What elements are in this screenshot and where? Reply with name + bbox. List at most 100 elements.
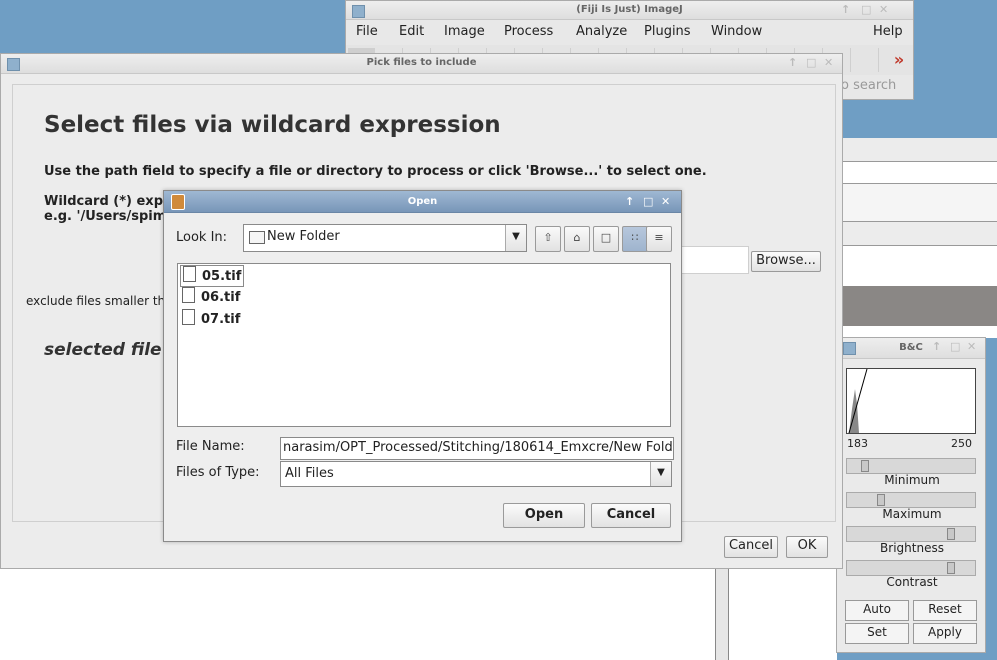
search-field[interactable]: o search <box>841 78 896 93</box>
look-in-combo[interactable]: New Folder ▼ <box>243 224 527 252</box>
desktop-area-right <box>729 568 837 660</box>
maximize-icon[interactable]: ↑ <box>788 54 797 72</box>
menu-analyze[interactable]: Analyze <box>576 24 627 39</box>
path-field[interactable] <box>681 246 749 274</box>
background-window-strip-4 <box>843 222 997 246</box>
brightness-label: Brightness <box>880 541 944 555</box>
restore-icon[interactable]: □ <box>950 338 960 356</box>
brightness-slider[interactable] <box>846 526 976 542</box>
browse-button[interactable]: Browse... <box>751 251 821 272</box>
file-name: 05.tif <box>202 269 242 284</box>
chevron-down-icon[interactable]: ▼ <box>505 225 526 251</box>
double-chevron-right-icon[interactable]: » <box>886 48 912 72</box>
exclude-label: exclude files smaller th <box>26 294 166 308</box>
close-icon[interactable]: ✕ <box>879 1 888 19</box>
bc-title: B&C <box>899 342 923 353</box>
background-window-body <box>843 246 997 286</box>
list-item[interactable]: 07.tif <box>180 309 240 329</box>
menu-image[interactable]: Image <box>444 24 485 39</box>
maximum-slider[interactable] <box>846 492 976 508</box>
restore-icon[interactable]: □ <box>861 1 871 19</box>
pick-title: Pick files to include <box>366 57 477 68</box>
file-icon <box>182 309 195 325</box>
files-of-type-value: All Files <box>285 466 334 481</box>
file-list[interactable]: 05.tif 06.tif 07.tif <box>177 263 671 427</box>
brightness-slider-thumb[interactable] <box>947 528 955 540</box>
auto-button[interactable]: Auto <box>845 600 909 621</box>
details-view-icon[interactable]: ≡ <box>646 226 672 252</box>
folder-icon <box>249 231 265 244</box>
contrast-slider[interactable] <box>846 560 976 576</box>
file-icon <box>182 287 195 303</box>
maximum-slider-thumb[interactable] <box>877 494 885 506</box>
new-folder-icon[interactable]: □ <box>593 226 619 252</box>
open-cancel-button[interactable]: Cancel <box>591 503 671 528</box>
minimum-label: Minimum <box>884 473 940 487</box>
file-name-field[interactable]: narasim/OPT_Processed/Stitching/180614_E… <box>280 437 674 460</box>
close-icon[interactable]: ✕ <box>967 338 976 356</box>
list-view-icon[interactable]: ∷ <box>622 226 648 252</box>
files-of-type-combo[interactable]: All Files ▼ <box>280 461 672 487</box>
imagej-titlebar[interactable]: (Fiji Is Just) ImageJ ↑ □ ✕ <box>346 1 913 20</box>
open-dialog: Open ↑ □ ✕ Look In: New Folder ▼ ⇧ ⌂ □ ∷… <box>163 190 682 542</box>
close-icon[interactable]: ✕ <box>824 54 833 72</box>
bc-min-value: 183 <box>847 437 868 450</box>
java-icon <box>171 194 185 210</box>
menu-process[interactable]: Process <box>504 24 553 39</box>
selected-files-label: selected file <box>44 340 162 360</box>
background-window-strip-2 <box>843 162 997 184</box>
chevron-down-icon[interactable]: ▼ <box>650 462 671 486</box>
contrast-label: Contrast <box>886 575 938 589</box>
open-titlebar[interactable]: Open ↑ □ ✕ <box>164 191 681 213</box>
page-title: Select files via wildcard expression <box>44 112 501 138</box>
fiji-icon <box>843 342 856 355</box>
fiji-icon <box>352 5 365 18</box>
brightness-contrast-window: B&C ↑ □ ✕ 183 250 Minimum Maximum Bright… <box>836 337 986 653</box>
files-of-type-label: Files of Type: <box>176 465 260 480</box>
home-icon[interactable]: ⌂ <box>564 226 590 252</box>
maximize-icon[interactable]: ↑ <box>932 338 941 356</box>
maximize-icon[interactable]: ↑ <box>841 1 850 19</box>
menu-window[interactable]: Window <box>711 24 762 39</box>
file-name-label: File Name: <box>176 439 245 454</box>
pick-titlebar[interactable]: Pick files to include ↑ □ ✕ <box>1 54 842 74</box>
background-window-image <box>843 286 997 326</box>
restore-icon[interactable]: □ <box>643 191 653 212</box>
maximum-label: Maximum <box>882 507 942 521</box>
bc-titlebar[interactable]: B&C ↑ □ ✕ <box>837 338 985 359</box>
restore-icon[interactable]: □ <box>806 54 816 72</box>
histogram <box>846 368 976 434</box>
open-button[interactable]: Open <box>503 503 585 528</box>
menu-plugins[interactable]: Plugins <box>644 24 691 39</box>
bc-max-value: 250 <box>951 437 972 450</box>
up-folder-icon[interactable]: ⇧ <box>535 226 561 252</box>
ok-button[interactable]: OK <box>786 536 828 558</box>
menu-help[interactable]: Help <box>873 24 903 39</box>
menu-edit[interactable]: Edit <box>399 24 424 39</box>
file-name: 06.tif <box>201 290 241 305</box>
menu-file[interactable]: File <box>356 24 378 39</box>
set-button[interactable]: Set <box>845 623 909 644</box>
maximize-icon[interactable]: ↑ <box>625 191 634 212</box>
wildcard-text: Wildcard (*) expre <box>44 194 179 209</box>
apply-button[interactable]: Apply <box>913 623 977 644</box>
open-title: Open <box>407 196 438 207</box>
fiji-icon <box>7 58 20 71</box>
file-name: 07.tif <box>201 312 241 327</box>
look-in-label: Look In: <box>176 230 228 245</box>
tool-custom-7[interactable] <box>852 48 879 72</box>
desktop-area-bottom <box>0 568 715 660</box>
close-icon[interactable]: ✕ <box>661 191 670 212</box>
imagej-menubar: File Edit Image Process Analyze Plugins … <box>346 21 913 43</box>
look-in-value: New Folder <box>267 229 340 244</box>
list-item[interactable]: 06.tif <box>180 287 240 307</box>
contrast-slider-thumb[interactable] <box>947 562 955 574</box>
background-window-strip-3 <box>843 184 997 222</box>
list-item[interactable]: 05.tif <box>180 265 245 287</box>
histogram-plot <box>848 368 868 434</box>
minimum-slider[interactable] <box>846 458 976 474</box>
reset-button[interactable]: Reset <box>913 600 977 621</box>
cancel-button[interactable]: Cancel <box>724 536 778 558</box>
minimum-slider-thumb[interactable] <box>861 460 869 472</box>
file-icon <box>183 266 196 282</box>
